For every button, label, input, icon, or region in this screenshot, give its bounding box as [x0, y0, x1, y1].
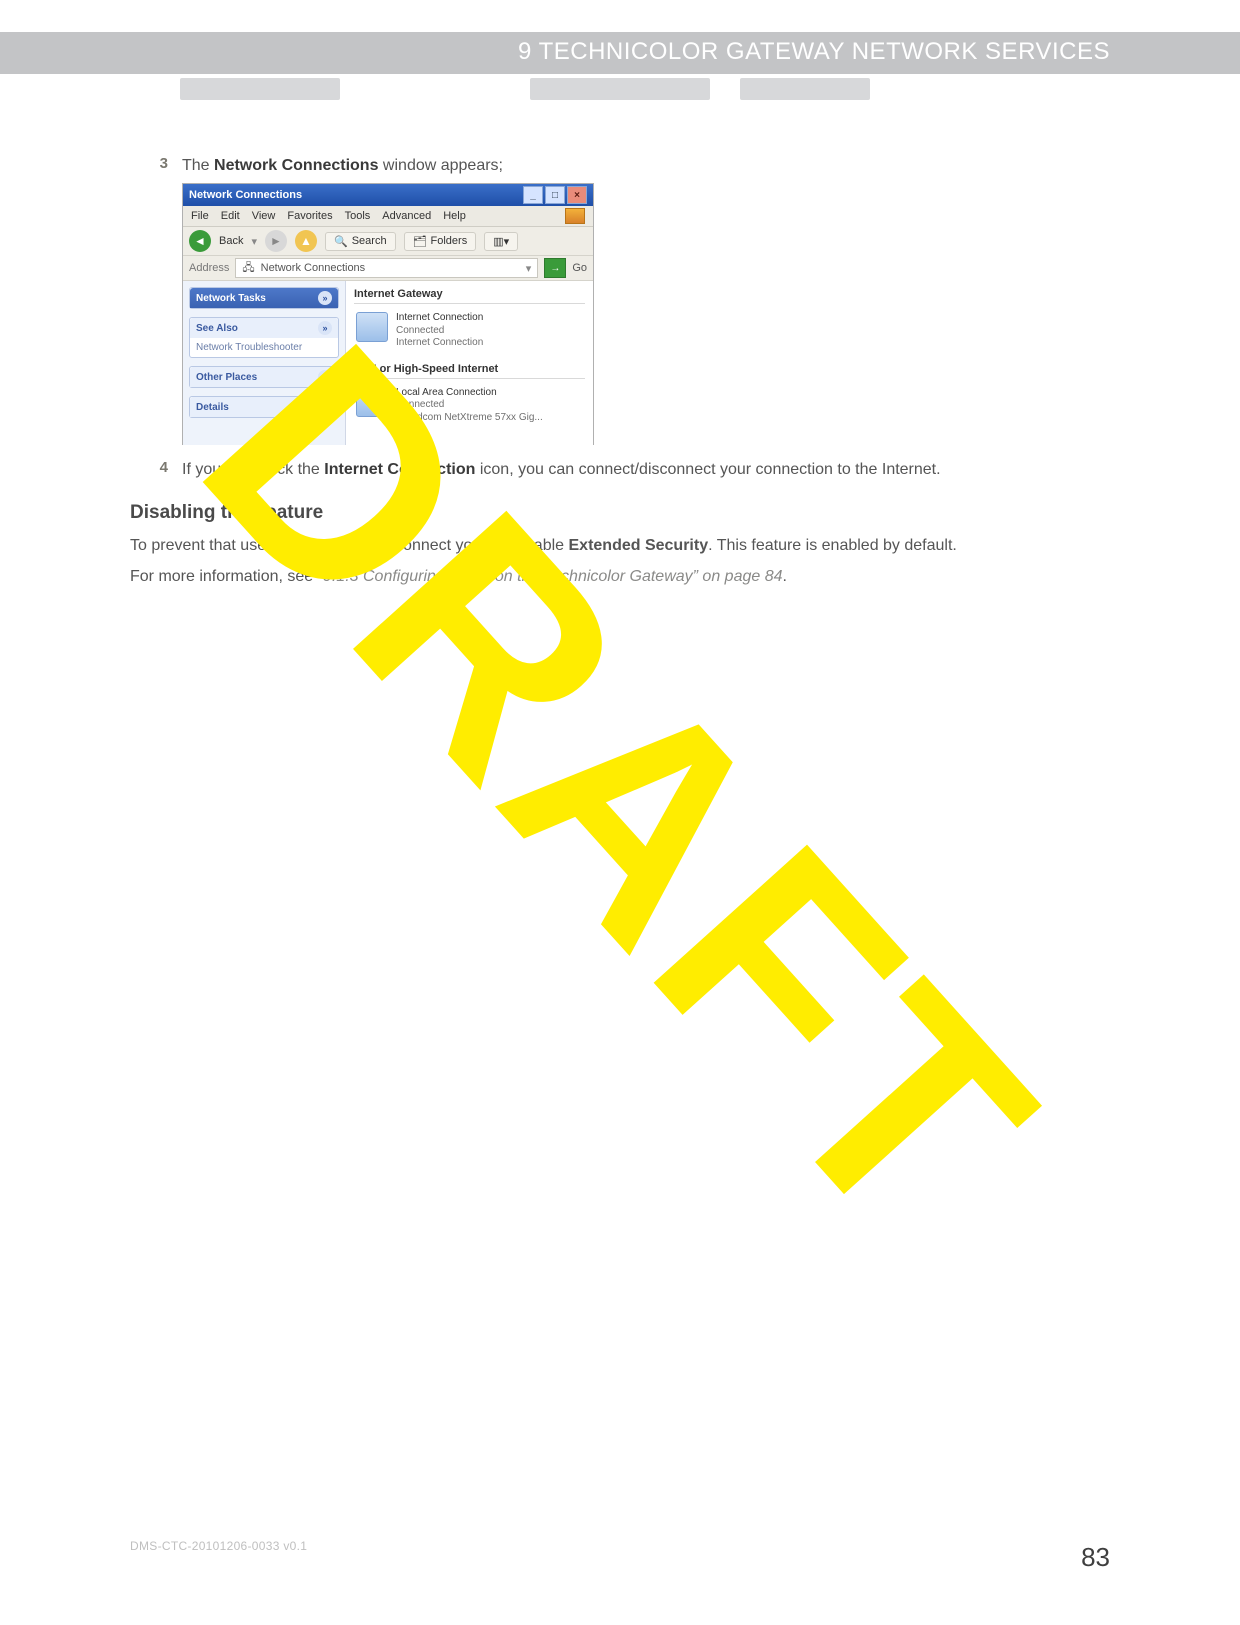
connection-icon	[356, 312, 388, 342]
chevron-icon: »	[318, 370, 332, 384]
panel-other-places[interactable]: Other Places»	[189, 366, 339, 388]
back-button-icon[interactable]: ◄	[189, 230, 211, 252]
header-tab	[530, 78, 710, 100]
folders-button[interactable]: 🗂 Folders	[404, 232, 477, 251]
header-tab	[740, 78, 870, 100]
windows-flag-icon	[565, 208, 585, 224]
step-text: If you right-click the Internet Connecti…	[182, 459, 1110, 481]
panel-details[interactable]: Details»	[189, 396, 339, 418]
step-3: 3 The Network Connections window appears…	[130, 155, 1110, 177]
page-content: 3 The Network Connections window appears…	[130, 155, 1110, 595]
chevron-icon: »	[318, 291, 332, 305]
connection-lan[interactable]: Local Area Connection Connected Broadcom…	[354, 383, 585, 435]
toolbar: ◄ Back ▾ ► ▲ 🔍 Search 🗂 Folders ▥▾	[183, 227, 593, 256]
menu-view[interactable]: View	[252, 210, 276, 222]
chevron-icon: »	[318, 321, 332, 335]
cross-reference-link[interactable]: “9.1.3 Configuring UPnP on the Technicol…	[318, 568, 783, 585]
page-header-title: 9 TECHNICOLOR GATEWAY NETWORK SERVICES	[518, 38, 1110, 66]
address-input[interactable]: 🖧 Network Connections▾	[235, 258, 538, 278]
views-button[interactable]: ▥▾	[484, 232, 518, 251]
forward-button-icon[interactable]: ►	[265, 230, 287, 252]
connection-internet[interactable]: Internet Connection Connected Internet C…	[354, 308, 585, 360]
window-minimize-button[interactable]: _	[523, 186, 543, 204]
menu-tools[interactable]: Tools	[345, 210, 371, 222]
sidebar-link-troubleshooter[interactable]: Network Troubleshooter	[196, 342, 302, 353]
window-close-button[interactable]: ×	[567, 186, 587, 204]
header-tabs-row	[0, 74, 1240, 104]
menu-edit[interactable]: Edit	[221, 210, 240, 222]
section-paragraph: For more information, see “9.1.3 Configu…	[130, 565, 1110, 590]
connection-icon	[356, 387, 388, 417]
menu-advanced[interactable]: Advanced	[382, 210, 431, 222]
footer-page-number: 83	[1081, 1542, 1110, 1573]
section-heading: Disabling this feature	[130, 502, 1110, 524]
go-label: Go	[572, 262, 587, 274]
group-header-internet-gateway: Internet Gateway	[354, 285, 585, 304]
search-button[interactable]: 🔍 Search	[325, 232, 396, 251]
panel-see-also[interactable]: See Also» Network Troubleshooter	[189, 317, 339, 358]
chevron-icon: »	[318, 400, 332, 414]
menu-file[interactable]: File	[191, 210, 209, 222]
sidebar: Network Tasks» See Also» Network Trouble…	[183, 281, 346, 445]
step-text: The Network Connections window appears;	[182, 155, 1110, 177]
panel-network-tasks[interactable]: Network Tasks»	[189, 287, 339, 309]
window-maximize-button[interactable]: □	[545, 186, 565, 204]
menu-help[interactable]: Help	[443, 210, 466, 222]
address-bar: Address 🖧 Network Connections▾ → Go	[183, 256, 593, 281]
go-button[interactable]: →	[544, 258, 566, 278]
page-header-bar: 9 TECHNICOLOR GATEWAY NETWORK SERVICES	[0, 32, 1240, 74]
back-button-label[interactable]: Back	[219, 235, 243, 247]
step-number: 3	[130, 155, 182, 177]
main-pane: Internet Gateway Internet Connection Con…	[346, 281, 593, 445]
address-label: Address	[189, 262, 229, 274]
section-paragraph: To prevent that users can connect/discon…	[130, 534, 1110, 559]
network-connections-screenshot: Network Connections _ □ × File Edit View…	[182, 183, 594, 445]
up-button-icon[interactable]: ▲	[295, 230, 317, 252]
menu-favorites[interactable]: Favorites	[287, 210, 332, 222]
step-4: 4 If you right-click the Internet Connec…	[130, 459, 1110, 481]
menubar: File Edit View Favorites Tools Advanced …	[183, 206, 593, 227]
group-header-lan: LAN or High-Speed Internet	[354, 360, 585, 379]
step-number: 4	[130, 459, 182, 481]
window-titlebar: Network Connections _ □ ×	[183, 184, 593, 206]
window-title: Network Connections	[189, 189, 302, 201]
header-tab	[180, 78, 340, 100]
footer-document-id: DMS-CTC-20101206-0033 v0.1	[130, 1539, 307, 1553]
